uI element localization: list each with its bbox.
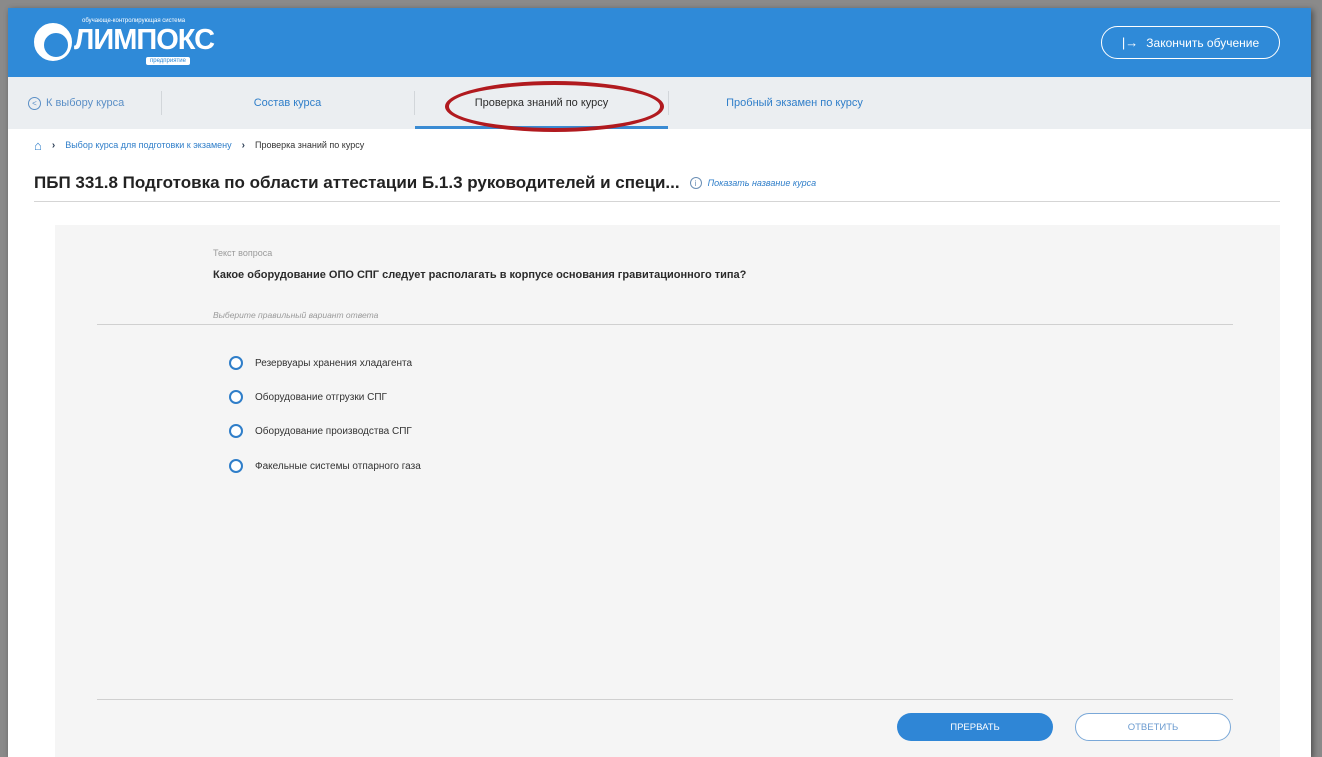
answer-option-label: Резервуары хранения хладагента bbox=[255, 357, 413, 369]
page-title: ПБП 331.8 Подготовка по области аттестац… bbox=[34, 173, 680, 192]
tab-label: Пробный экзамен по курсу bbox=[726, 97, 863, 109]
tab-trial-exam[interactable]: Пробный экзамен по курсу bbox=[668, 77, 921, 129]
radio-button[interactable] bbox=[229, 424, 243, 438]
question-text: Какое оборудование ОПО СПГ следует распо… bbox=[213, 269, 747, 281]
title-divider bbox=[34, 201, 1280, 202]
info-icon[interactable]: i bbox=[689, 177, 702, 189]
home-icon[interactable]: ⌂ bbox=[34, 139, 42, 152]
radio-button[interactable] bbox=[229, 459, 243, 473]
radio-button[interactable] bbox=[229, 390, 243, 404]
logo-wordmark: ЛИМПОКС bbox=[74, 24, 215, 56]
interrupt-button[interactable]: ПРЕРВАТЬ bbox=[897, 713, 1053, 741]
chevron-left-circle-icon: < bbox=[28, 96, 41, 110]
answer-option[interactable]: Оборудование производства СПГ bbox=[229, 423, 412, 439]
app-header: обучающе-контролирующая система ЛИМПОКС … bbox=[8, 8, 1311, 77]
tab-course-composition[interactable]: Состав курса bbox=[161, 77, 414, 129]
panel-divider bbox=[97, 699, 1233, 700]
breadcrumb: ⌂ › Выбор курса для подготовки к экзамен… bbox=[34, 138, 364, 152]
answer-instruction: Выберите правильный вариант ответа bbox=[213, 310, 379, 320]
answer-option[interactable]: Резервуары хранения хладагента bbox=[229, 355, 412, 371]
answer-button[interactable]: ОТВЕТИТЬ bbox=[1075, 713, 1231, 741]
question-panel: Текст вопроса Какое оборудование ОПО СПГ… bbox=[55, 225, 1280, 757]
answer-option-label: Оборудование производства СПГ bbox=[255, 425, 412, 437]
finish-training-label: Закончить обучение bbox=[1146, 35, 1260, 50]
question-label: Текст вопроса bbox=[213, 248, 273, 258]
tab-knowledge-check[interactable]: Проверка знаний по курсу bbox=[415, 77, 668, 129]
answer-option[interactable]: Оборудование отгрузки СПГ bbox=[229, 389, 387, 405]
back-to-course-selection-link[interactable]: < К выбору курса bbox=[28, 77, 168, 129]
back-link-label: К выбору курса bbox=[46, 97, 125, 109]
chevron-right-icon: › bbox=[241, 139, 245, 151]
course-title-row: ПБП 331.8 Подготовка по области аттестац… bbox=[34, 172, 816, 194]
logo: обучающе-контролирующая система ЛИМПОКС … bbox=[34, 18, 234, 72]
finish-training-button[interactable]: |→ Закончить обучение bbox=[1101, 26, 1280, 59]
panel-divider bbox=[97, 324, 1233, 325]
radio-button[interactable] bbox=[229, 356, 243, 370]
course-tabs: < К выбору курса Состав курса Проверка з… bbox=[8, 77, 1311, 129]
answer-option[interactable]: Факельные системы отпарного газа bbox=[229, 458, 421, 474]
tab-label: Проверка знаний по курсу bbox=[474, 97, 609, 109]
exit-arrow-icon: |→ bbox=[1121, 35, 1139, 50]
breadcrumb-course-selection[interactable]: Выбор курса для подготовки к экзамену bbox=[65, 140, 231, 150]
chevron-right-icon: › bbox=[51, 139, 56, 151]
app-window: обучающе-контролирующая система ЛИМПОКС … bbox=[8, 8, 1311, 757]
breadcrumb-current: Проверка знаний по курсу bbox=[254, 140, 365, 150]
tab-label: Состав курса bbox=[253, 97, 322, 109]
logo-mark-icon bbox=[34, 23, 72, 61]
answer-option-label: Оборудование отгрузки СПГ bbox=[255, 391, 387, 403]
show-course-name-link[interactable]: Показать название курса bbox=[708, 178, 817, 188]
logo-subtitle: предприятие bbox=[146, 57, 190, 65]
answer-option-label: Факельные системы отпарного газа bbox=[255, 460, 421, 472]
